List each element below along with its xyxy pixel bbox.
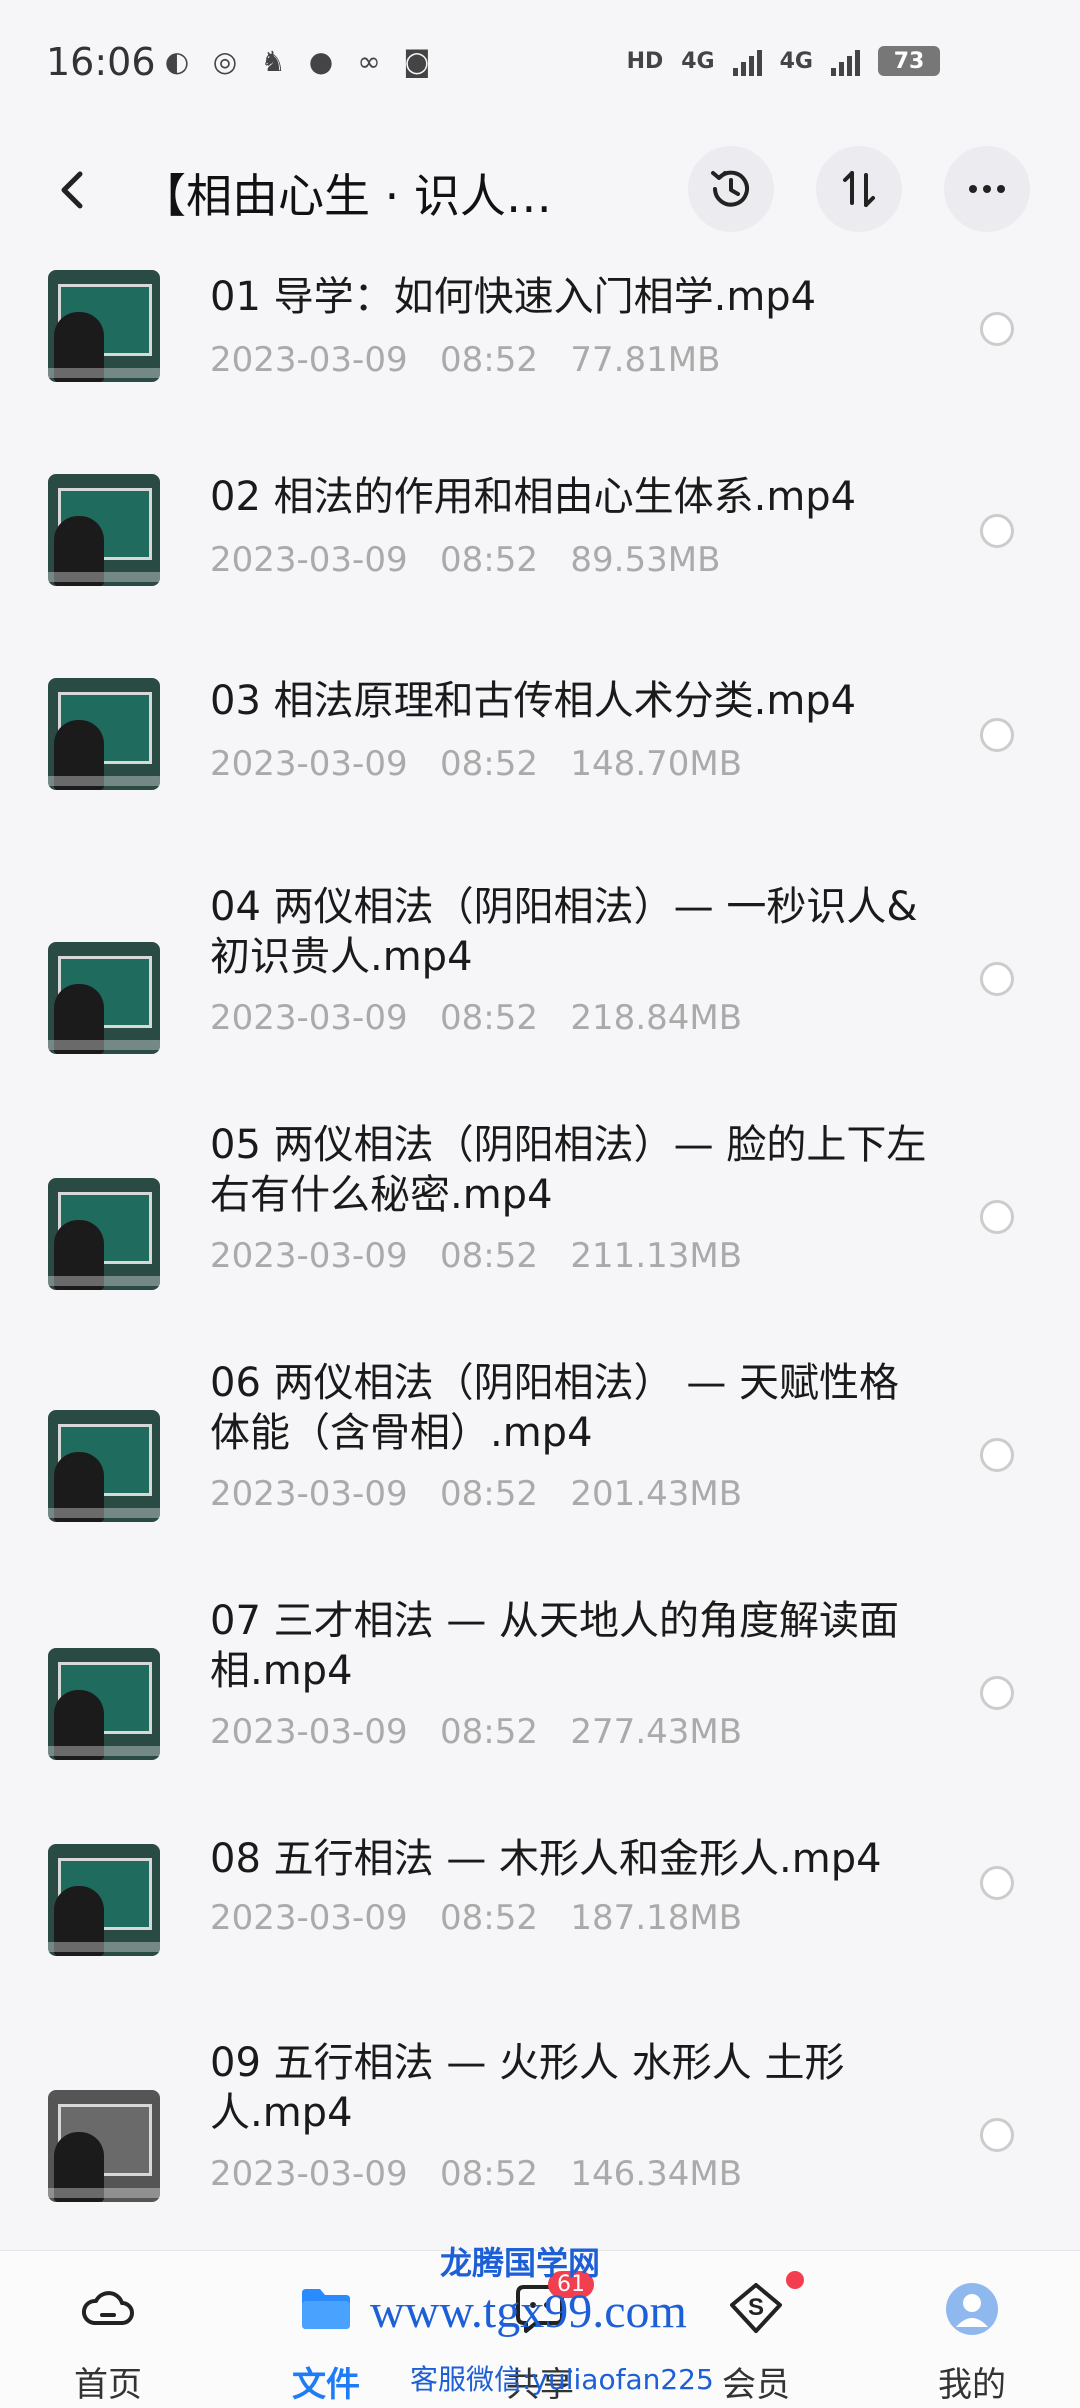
video-thumbnail xyxy=(48,1648,160,1760)
chevron-left-icon xyxy=(61,171,83,209)
video-thumbnail xyxy=(48,2090,160,2202)
status-time: 16:06 xyxy=(46,40,156,84)
file-name: 06 两仪相法（阴阳相法） — 天赋性格体能（含骨相）.mp4 xyxy=(210,1360,900,1456)
nav-label-home: 首页 xyxy=(74,2365,142,2405)
file-meta: 2023-03-09 08:52 201.43MB xyxy=(210,1474,743,1514)
battery-icon: 73 xyxy=(878,46,940,76)
select-radio[interactable] xyxy=(980,2118,1014,2152)
select-radio[interactable] xyxy=(980,1866,1014,1900)
file-name: 09 五行相法 — 火形人 水形人 土形人.mp4 xyxy=(210,2040,845,2136)
video-thumbnail xyxy=(48,942,160,1054)
signal-icon xyxy=(831,46,860,76)
file-row[interactable]: 06 两仪相法（阴阳相法） — 天赋性格体能（含骨相）.mp4 2023-03-… xyxy=(0,1358,1080,1598)
select-radio[interactable] xyxy=(980,1438,1014,1472)
wechat-icon: ◐ xyxy=(164,44,190,78)
link-icon: ∞ xyxy=(357,44,381,78)
back-button[interactable] xyxy=(44,160,104,220)
svg-text:S: S xyxy=(748,2294,764,2321)
file-row[interactable]: 04 两仪相法（阴阳相法）— 一秒识人& 初识贵人.mp4 2023-03-09… xyxy=(0,882,1080,1122)
nav-label-files: 文件 xyxy=(292,2365,360,2405)
select-radio[interactable] xyxy=(980,514,1014,548)
watermark-url: www.tgx99.com xyxy=(370,2285,687,2338)
history-icon xyxy=(711,170,749,207)
message-icon: ● xyxy=(308,44,334,78)
more-button[interactable] xyxy=(944,146,1030,232)
select-radio[interactable] xyxy=(980,312,1014,346)
file-meta: 2023-03-09 08:52 77.81MB xyxy=(210,340,721,380)
video-thumbnail xyxy=(48,1178,160,1290)
video-thumbnail xyxy=(48,1844,160,1956)
file-meta: 2023-03-09 08:52 148.70MB xyxy=(210,744,743,784)
app-icon: ◙ xyxy=(403,44,431,78)
watermark-site-name: 龙腾国学网 xyxy=(440,2244,601,2282)
video-thumbnail xyxy=(48,678,160,790)
more-icon xyxy=(969,185,1005,193)
file-name: 01 导学：如何快速入门相学.mp4 xyxy=(210,274,817,320)
file-meta: 2023-03-09 08:52 277.43MB xyxy=(210,1712,743,1752)
mascot-icon: ♞ xyxy=(260,44,286,78)
file-row[interactable]: 01 导学：如何快速入门相学.mp4 2023-03-09 08:52 77.8… xyxy=(0,262,1080,462)
network-label-1: 4G xyxy=(681,48,715,74)
file-meta: 2023-03-09 08:52 146.34MB xyxy=(210,2154,743,2194)
history-button[interactable] xyxy=(688,146,774,232)
video-thumbnail xyxy=(48,1410,160,1522)
header: 【相由心生 · 识人… xyxy=(0,130,1080,250)
system-indicators: HD 4G 4G 73 xyxy=(627,46,940,76)
file-meta: 2023-03-09 08:52 211.13MB xyxy=(210,1236,743,1276)
file-name: 02 相法的作用和相由心生体系.mp4 xyxy=(210,474,857,520)
avatar-icon xyxy=(946,2283,998,2335)
file-row[interactable]: 03 相法原理和古传相人术分类.mp4 2023-03-09 08:52 148… xyxy=(0,666,1080,886)
file-meta: 2023-03-09 08:52 89.53MB xyxy=(210,540,721,580)
network-label-2: 4G xyxy=(779,48,813,74)
folder-icon xyxy=(302,2289,350,2329)
cloud-icon xyxy=(81,2291,134,2325)
nav-home[interactable]: 首页 xyxy=(38,2251,178,2408)
compass-icon: ◎ xyxy=(212,44,238,78)
select-radio[interactable] xyxy=(980,962,1014,996)
file-meta: 2023-03-09 08:52 218.84MB xyxy=(210,998,743,1038)
nav-label-mine: 我的 xyxy=(938,2365,1006,2405)
signal-icon xyxy=(732,46,762,76)
vip-badge-dot xyxy=(786,2271,804,2289)
hd-indicator: HD xyxy=(626,48,664,74)
nav-mine[interactable]: 我的 xyxy=(902,2251,1042,2408)
video-thumbnail xyxy=(48,270,160,382)
file-meta: 2023-03-09 08:52 187.18MB xyxy=(210,1898,743,1938)
watermark-contact: 客服微信:yuliaofan225 xyxy=(410,2363,714,2396)
file-name: 07 三才相法 — 从天地人的角度解读面相.mp4 xyxy=(210,1598,900,1694)
file-row[interactable]: 08 五行相法 — 木形人和金形人.mp4 2023-03-09 08:52 1… xyxy=(0,1834,1080,2034)
vip-diamond-icon: S xyxy=(730,2283,782,2333)
select-radio[interactable] xyxy=(980,1676,1014,1710)
file-row[interactable]: 05 两仪相法（阴阳相法）— 脸的上下左右有什么秘密.mp4 2023-03-0… xyxy=(0,1120,1080,1360)
file-row[interactable]: 07 三才相法 — 从天地人的角度解读面相.mp4 2023-03-09 08:… xyxy=(0,1596,1080,1836)
notification-icons: ◐ ◎ ♞ ● ∞ ◙ xyxy=(160,44,434,78)
select-radio[interactable] xyxy=(980,718,1014,752)
file-name: 04 两仪相法（阴阳相法）— 一秒识人& 初识贵人.mp4 xyxy=(210,884,918,980)
select-radio[interactable] xyxy=(980,1200,1014,1234)
file-name: 08 五行相法 — 木形人和金形人.mp4 xyxy=(210,1836,882,1882)
file-name: 05 两仪相法（阴阳相法）— 脸的上下左右有什么秘密.mp4 xyxy=(210,1122,927,1218)
file-name: 03 相法原理和古传相人术分类.mp4 xyxy=(210,678,857,724)
sort-icon xyxy=(843,171,875,207)
status-bar: 16:06 ◐ ◎ ♞ ● ∞ ◙ HD 4G 4G 73 xyxy=(0,0,1080,130)
sort-button[interactable] xyxy=(816,146,902,232)
page-title: 【相由心生 · 识人… xyxy=(140,169,552,223)
video-thumbnail xyxy=(48,474,160,586)
file-row[interactable]: 02 相法的作用和相由心生体系.mp4 2023-03-09 08:52 89.… xyxy=(0,462,1080,662)
